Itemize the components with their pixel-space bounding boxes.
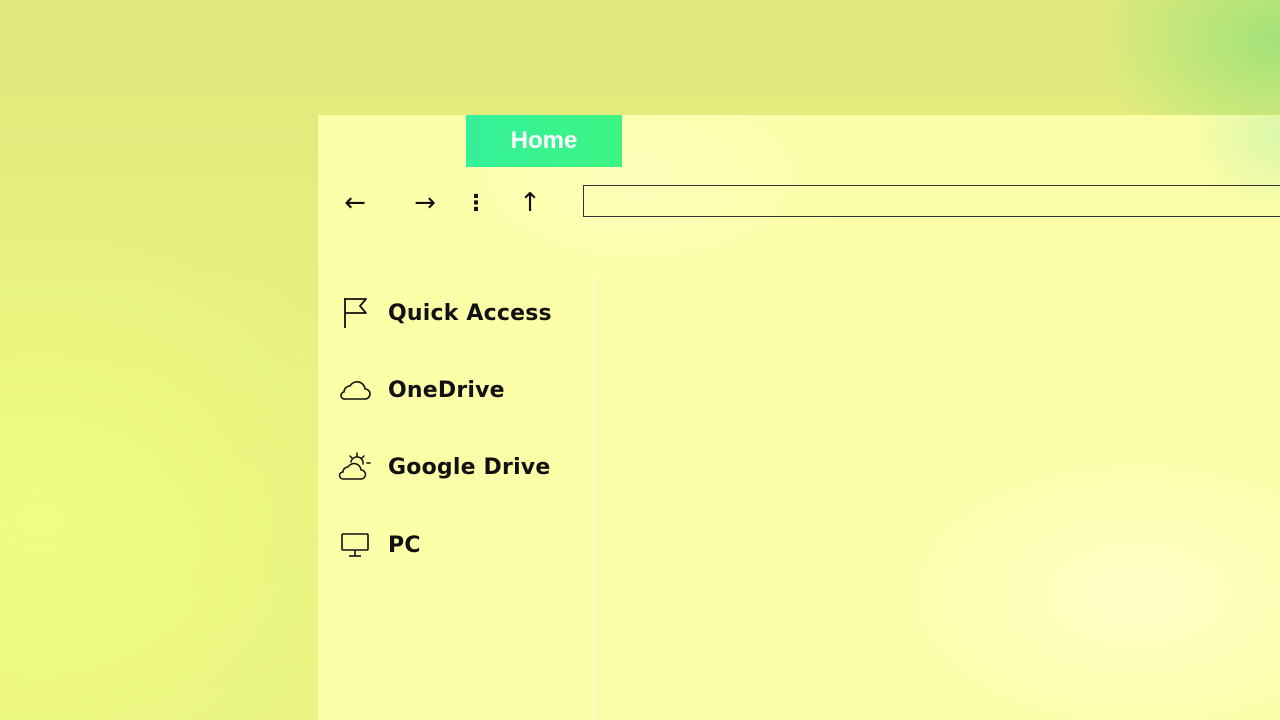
sidebar-item-google-drive[interactable]: Google Drive <box>338 447 588 487</box>
sidebar: Quick Access OneDrive Google Drive PC <box>318 275 595 720</box>
flag-icon <box>338 296 372 330</box>
sidebar-item-quick-access[interactable]: Quick Access <box>338 293 588 333</box>
sidebar-item-label: PC <box>388 532 421 558</box>
address-bar-input[interactable] <box>583 185 1280 217</box>
sun-cloud-icon <box>338 450 372 484</box>
file-explorer-window: Home ← → ⋮ ↑ Quick Access OneDrive Googl… <box>318 115 1280 720</box>
forward-button[interactable]: → <box>408 183 442 223</box>
desktop-background: Home ← → ⋮ ↑ Quick Access OneDrive Googl… <box>0 0 1280 720</box>
sidebar-item-label: Quick Access <box>388 300 552 326</box>
more-options-button[interactable]: ⋮ <box>465 183 487 223</box>
file-content-area[interactable] <box>596 275 1280 720</box>
tab-home[interactable]: Home <box>466 115 622 167</box>
sidebar-item-label: OneDrive <box>388 377 505 403</box>
sidebar-item-pc[interactable]: PC <box>338 525 588 565</box>
cloud-icon <box>338 373 372 407</box>
arrow-up-icon: ↑ <box>519 188 541 218</box>
sidebar-item-onedrive[interactable]: OneDrive <box>338 370 588 410</box>
arrow-left-icon: ← <box>344 188 366 218</box>
vertical-ellipsis-icon: ⋮ <box>465 190 487 216</box>
arrow-right-icon: → <box>414 188 436 218</box>
back-button[interactable]: ← <box>338 183 372 223</box>
monitor-icon <box>338 528 372 562</box>
up-button[interactable]: ↑ <box>518 183 542 223</box>
sidebar-item-label: Google Drive <box>388 454 551 480</box>
